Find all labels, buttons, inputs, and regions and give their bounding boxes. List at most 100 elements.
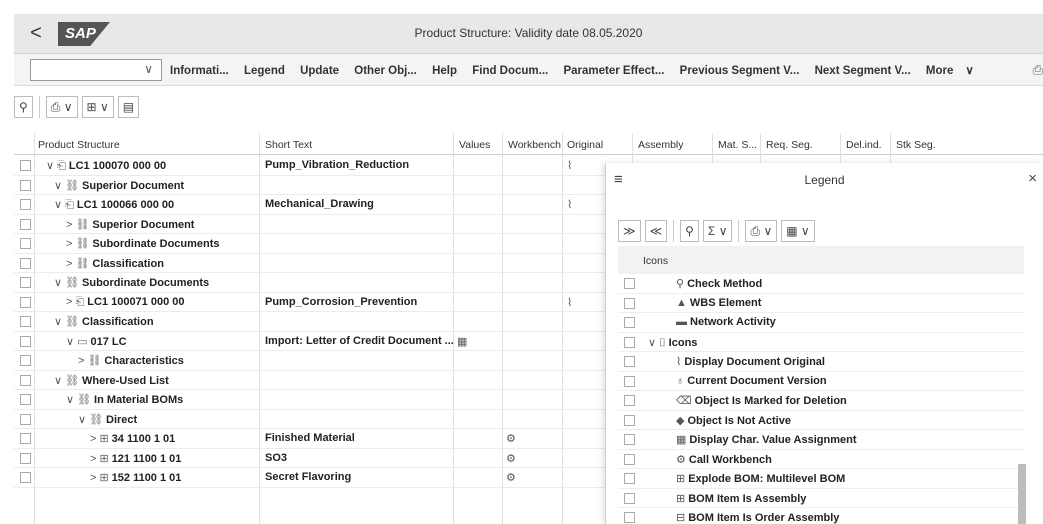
legend-row[interactable]: ▲ WBS Element: [618, 294, 1024, 313]
printer-icon[interactable]: ⎙: [1033, 62, 1043, 78]
legend-row[interactable]: ⊞ Explode BOM: Multilevel BOM: [618, 469, 1024, 489]
table-row[interactable]: ∨ ⛓ Direct: [14, 410, 614, 429]
document-original-icon[interactable]: ⌇: [567, 296, 572, 309]
search-icon[interactable]: ⚲: [14, 96, 33, 118]
document-original-icon[interactable]: ⌇: [567, 159, 572, 172]
expand-toggle-icon[interactable]: >: [66, 219, 72, 231]
row-selector-checkbox[interactable]: [20, 335, 31, 347]
char-value-assignment-icon[interactable]: ▦: [457, 335, 467, 348]
tree-node[interactable]: ∨ ⛓ Direct: [78, 413, 137, 426]
row-selector-checkbox[interactable]: [20, 179, 31, 191]
row-selector-checkbox[interactable]: [20, 394, 31, 405]
collapse-all-icon[interactable]: ≪: [644, 220, 668, 242]
row-selector-checkbox[interactable]: [624, 356, 635, 367]
table-row[interactable]: ∨ ⛓ In Material BOMs: [14, 390, 614, 410]
row-selector-checkbox[interactable]: [624, 297, 635, 309]
tree-node[interactable]: > ⛓ Superior Document: [66, 218, 194, 231]
table-row[interactable]: ∨ ▭ 017 LC Import: Letter of Credit Documen…: [14, 332, 614, 351]
layout-menu-button[interactable]: ▦ ∨: [781, 220, 815, 242]
tree-node[interactable]: > ⛓ Characteristics: [78, 354, 184, 367]
column-header-mat-seg[interactable]: Mat. S...: [718, 139, 757, 151]
expand-toggle-icon[interactable]: >: [66, 258, 72, 270]
table-row[interactable]: ∨ ⛓ Subordinate Documents: [14, 273, 614, 293]
row-selector-checkbox[interactable]: [624, 453, 635, 465]
tree-node[interactable]: ∨ ⎗ LC1 100070 000 00: [46, 159, 166, 173]
row-selector-checkbox[interactable]: [20, 160, 31, 171]
expand-toggle-icon[interactable]: ∨: [54, 375, 62, 387]
row-selector-checkbox[interactable]: [624, 414, 635, 426]
expand-toggle-icon[interactable]: ∨: [54, 277, 62, 289]
legend-row[interactable]: ▬ Network Activity: [618, 313, 1024, 333]
expand-toggle-icon[interactable]: ∨: [66, 336, 74, 348]
table-row[interactable]: > ⊞ 152 1100 1 01 Secret Flavoring ⚙: [14, 468, 614, 488]
table-row[interactable]: ∨ ⎗ LC1 100066 000 00 Mechanical_Drawing ⌇: [14, 195, 614, 215]
legend-row[interactable]: ⚙ Call Workbench: [618, 450, 1024, 469]
legend-row[interactable]: ∨ ⌷ Icons: [618, 333, 1024, 352]
legend-row[interactable]: ▦ Display Char. Value Assignment: [618, 430, 1024, 450]
row-selector-checkbox[interactable]: [20, 257, 31, 269]
row-selector-checkbox[interactable]: [20, 472, 31, 483]
legend-row[interactable]: ⊞ BOM Item Is Assembly: [618, 489, 1024, 508]
legend-row[interactable]: ⚲ Check Method: [618, 274, 1024, 294]
row-selector-checkbox[interactable]: [20, 374, 31, 386]
tree-node[interactable]: > ⊞ 152 1100 1 01: [90, 471, 181, 484]
tree-node[interactable]: ∨ ⛓ Subordinate Documents: [54, 276, 209, 289]
table-row[interactable]: > ⊞ 121 1100 1 01 SO3 ⚙: [14, 449, 614, 468]
expand-toggle-icon[interactable]: >: [90, 433, 96, 445]
toolbar-information-button[interactable]: Informati...: [170, 65, 229, 77]
expand-toggle-icon[interactable]: >: [66, 238, 72, 250]
column-header-original[interactable]: Original: [567, 139, 603, 151]
workbench-icon[interactable]: ⚙: [506, 471, 516, 484]
tree-node[interactable]: ∨ ▭ 017 LC: [66, 335, 127, 348]
expand-toggle-icon[interactable]: ∨: [46, 160, 54, 172]
variant-select[interactable]: ∨: [30, 59, 162, 81]
row-selector-checkbox[interactable]: [624, 434, 635, 445]
toolbar-more-button[interactable]: More ∨: [926, 65, 986, 77]
tree-node[interactable]: > ⛓ Subordinate Documents: [66, 237, 220, 250]
tree-node[interactable]: ∨ ⛓ Classification: [54, 315, 154, 328]
column-header-del-ind[interactable]: Del.ind.: [846, 139, 882, 151]
legend-row[interactable]: ⊟ BOM Item Is Order Assembly: [618, 508, 1024, 524]
row-selector-checkbox[interactable]: [20, 218, 31, 230]
table-row[interactable]: > ⛓ Superior Document: [14, 215, 614, 234]
details-button[interactable]: ▤: [117, 96, 140, 118]
row-selector-checkbox[interactable]: [624, 492, 635, 504]
expand-toggle-icon[interactable]: ∨: [66, 394, 74, 406]
row-selector-checkbox[interactable]: [20, 413, 31, 425]
row-selector-checkbox[interactable]: [20, 238, 31, 249]
column-header-stk-seg[interactable]: Stk Seg.: [896, 139, 936, 151]
column-header-short-text[interactable]: Short Text: [265, 139, 312, 151]
expand-toggle-icon[interactable]: ∨: [648, 337, 656, 349]
sum-menu-button[interactable]: Σ ∨: [702, 220, 733, 242]
expand-toggle-icon[interactable]: ∨: [54, 199, 62, 211]
table-row[interactable]: ∨ ⛓ Classification: [14, 312, 614, 332]
toolbar-update-button[interactable]: Update: [300, 65, 339, 77]
row-selector-checkbox[interactable]: [20, 316, 31, 327]
workbench-icon[interactable]: ⚙: [506, 432, 516, 445]
print-menu-button[interactable]: ⎙ ∨: [745, 220, 778, 242]
expand-toggle-icon[interactable]: ∨: [54, 180, 62, 192]
tree-node[interactable]: ∨ ⛓ Superior Document: [54, 179, 184, 192]
tree-node[interactable]: > ⎗ LC1 100071 000 00: [66, 296, 185, 309]
tree-node[interactable]: > ⊞ 34 1100 1 01: [90, 432, 175, 445]
row-selector-checkbox[interactable]: [20, 433, 31, 444]
row-selector-checkbox[interactable]: [624, 317, 635, 328]
toolbar-previous-segment-button[interactable]: Previous Segment V...: [680, 65, 800, 77]
document-original-icon[interactable]: ⌇: [567, 198, 572, 211]
expand-toggle-icon[interactable]: >: [66, 296, 72, 308]
row-selector-checkbox[interactable]: [20, 355, 31, 366]
table-row[interactable]: ∨ ⛓ Where-Used List: [14, 371, 614, 390]
legend-row[interactable]: ♁ Current Document Version: [618, 372, 1024, 391]
column-header-req-seg[interactable]: Req. Seg.: [766, 139, 813, 151]
row-selector-checkbox[interactable]: [624, 278, 635, 289]
legend-row[interactable]: ⌫ Object Is Marked for Deletion: [618, 391, 1024, 411]
expand-toggle-icon[interactable]: ∨: [54, 316, 62, 328]
expand-all-icon[interactable]: ≫: [618, 220, 641, 242]
table-row[interactable]: > ⛓ Classification: [14, 254, 614, 273]
expand-toggle-icon[interactable]: ∨: [78, 414, 86, 426]
row-selector-checkbox[interactable]: [624, 473, 635, 484]
table-row[interactable]: ∨ ⎗ LC1 100070 000 00 Pump_Vibration_Reduct…: [14, 156, 614, 176]
toolbar-find-document-button[interactable]: Find Docum...: [472, 65, 548, 77]
table-row[interactable]: ∨ ⛓ Superior Document: [14, 176, 614, 195]
layout-menu-button[interactable]: ⊞ ∨: [81, 96, 114, 118]
